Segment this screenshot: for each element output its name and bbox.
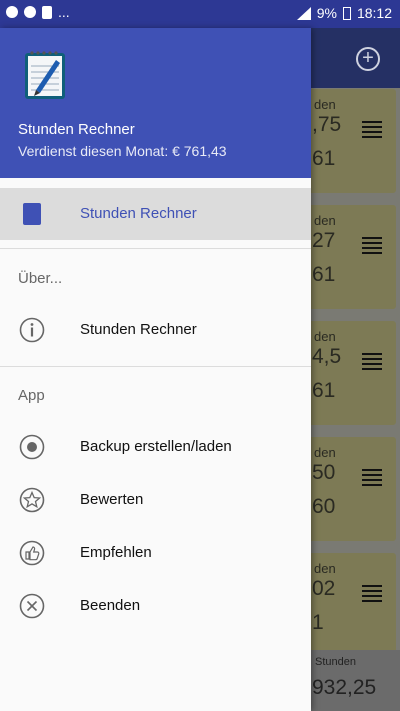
chrome-icon — [6, 6, 18, 18]
messenger-icon — [24, 6, 36, 18]
backup-icon — [19, 434, 45, 460]
nav-item-beenden[interactable]: Beenden — [0, 580, 311, 632]
navigation-drawer: Stunden Rechner Verdienst diesen Monat: … — [0, 28, 311, 711]
divider — [0, 248, 311, 249]
signal-icon — [296, 6, 311, 20]
star-icon — [19, 487, 45, 513]
drawer-header: Stunden Rechner Verdienst diesen Monat: … — [0, 28, 311, 178]
nav-item-label: Stunden Rechner — [80, 321, 197, 338]
app-logo-icon — [25, 51, 65, 99]
nav-item-backup[interactable]: Backup erstellen/laden — [0, 421, 311, 473]
more-icon: ... — [58, 4, 70, 20]
battery-icon — [342, 6, 351, 20]
nav-item-stunden-rechner[interactable]: Stunden Rechner — [0, 188, 311, 240]
nav-item-label: Stunden Rechner — [80, 205, 197, 222]
status-bar: ... 9% 18:12 — [0, 0, 400, 28]
nav-item-label: Bewerten — [80, 491, 144, 508]
clock: 18:12 — [356, 5, 392, 21]
nav-item-bewerten[interactable]: Bewerten — [0, 474, 311, 526]
notification-icons: ... — [6, 5, 70, 19]
section-title-app: App — [18, 387, 45, 404]
notebook-icon — [23, 203, 41, 225]
nav-item-empfehlen[interactable]: Empfehlen — [0, 527, 311, 579]
drawer-app-title: Stunden Rechner — [18, 121, 135, 138]
nav-item-label: Backup erstellen/laden — [80, 438, 232, 455]
info-icon — [19, 317, 45, 343]
nav-item-label: Beenden — [80, 597, 141, 614]
sim-icon — [42, 5, 52, 19]
battery-percent: 9% — [316, 5, 337, 21]
nav-item-about[interactable]: Stunden Rechner — [0, 304, 311, 356]
monthly-earnings: Verdienst diesen Monat: € 761,43 — [18, 143, 227, 159]
system-status: 9% 18:12 — [296, 5, 392, 21]
section-title-about: Über... — [18, 270, 63, 287]
close-icon — [19, 593, 45, 619]
nav-item-label: Empfehlen — [80, 544, 152, 561]
divider — [0, 366, 311, 367]
thumbs-up-icon — [19, 540, 45, 566]
